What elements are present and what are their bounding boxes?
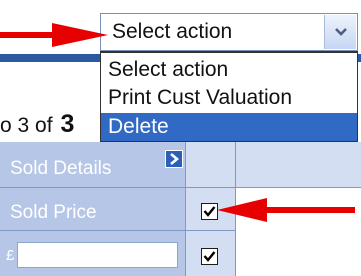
sold-price-label: Sold Price — [10, 202, 97, 223]
pagination-text: o 3 of — [0, 114, 53, 137]
sold-price-input[interactable] — [17, 242, 178, 268]
column-extra — [236, 142, 361, 187]
sold-details-label: Sold Details — [10, 158, 112, 179]
table-divider — [0, 187, 361, 188]
table-divider — [0, 230, 236, 231]
red-arrow-icon — [217, 198, 355, 222]
chevron-down-icon — [334, 28, 347, 36]
row-select-checkbox[interactable] — [201, 248, 218, 265]
dropdown-option-delete[interactable]: Delete — [101, 113, 357, 141]
red-arrow-icon — [0, 23, 108, 47]
sold-details-expand-button[interactable] — [165, 150, 183, 168]
action-dropdown-list: Select action Print Cust Valuation Delet… — [100, 51, 358, 142]
action-select[interactable]: Select action — [100, 13, 358, 51]
currency-symbol: £ — [6, 247, 15, 264]
table-divider — [185, 142, 186, 276]
action-select-value: Select action — [112, 20, 233, 43]
pagination-page-number: 3 — [60, 110, 75, 138]
screenshot: o 3 of 3 Sold Details Sold Price £ Selec… — [0, 0, 361, 276]
action-select-dropdown-button[interactable] — [324, 15, 356, 49]
chevron-right-icon — [170, 153, 180, 165]
dropdown-option-print-cust-valuation[interactable]: Print Cust Valuation — [101, 84, 357, 112]
dropdown-option-select-action[interactable]: Select action — [101, 56, 357, 84]
checkmark-icon — [203, 251, 216, 262]
